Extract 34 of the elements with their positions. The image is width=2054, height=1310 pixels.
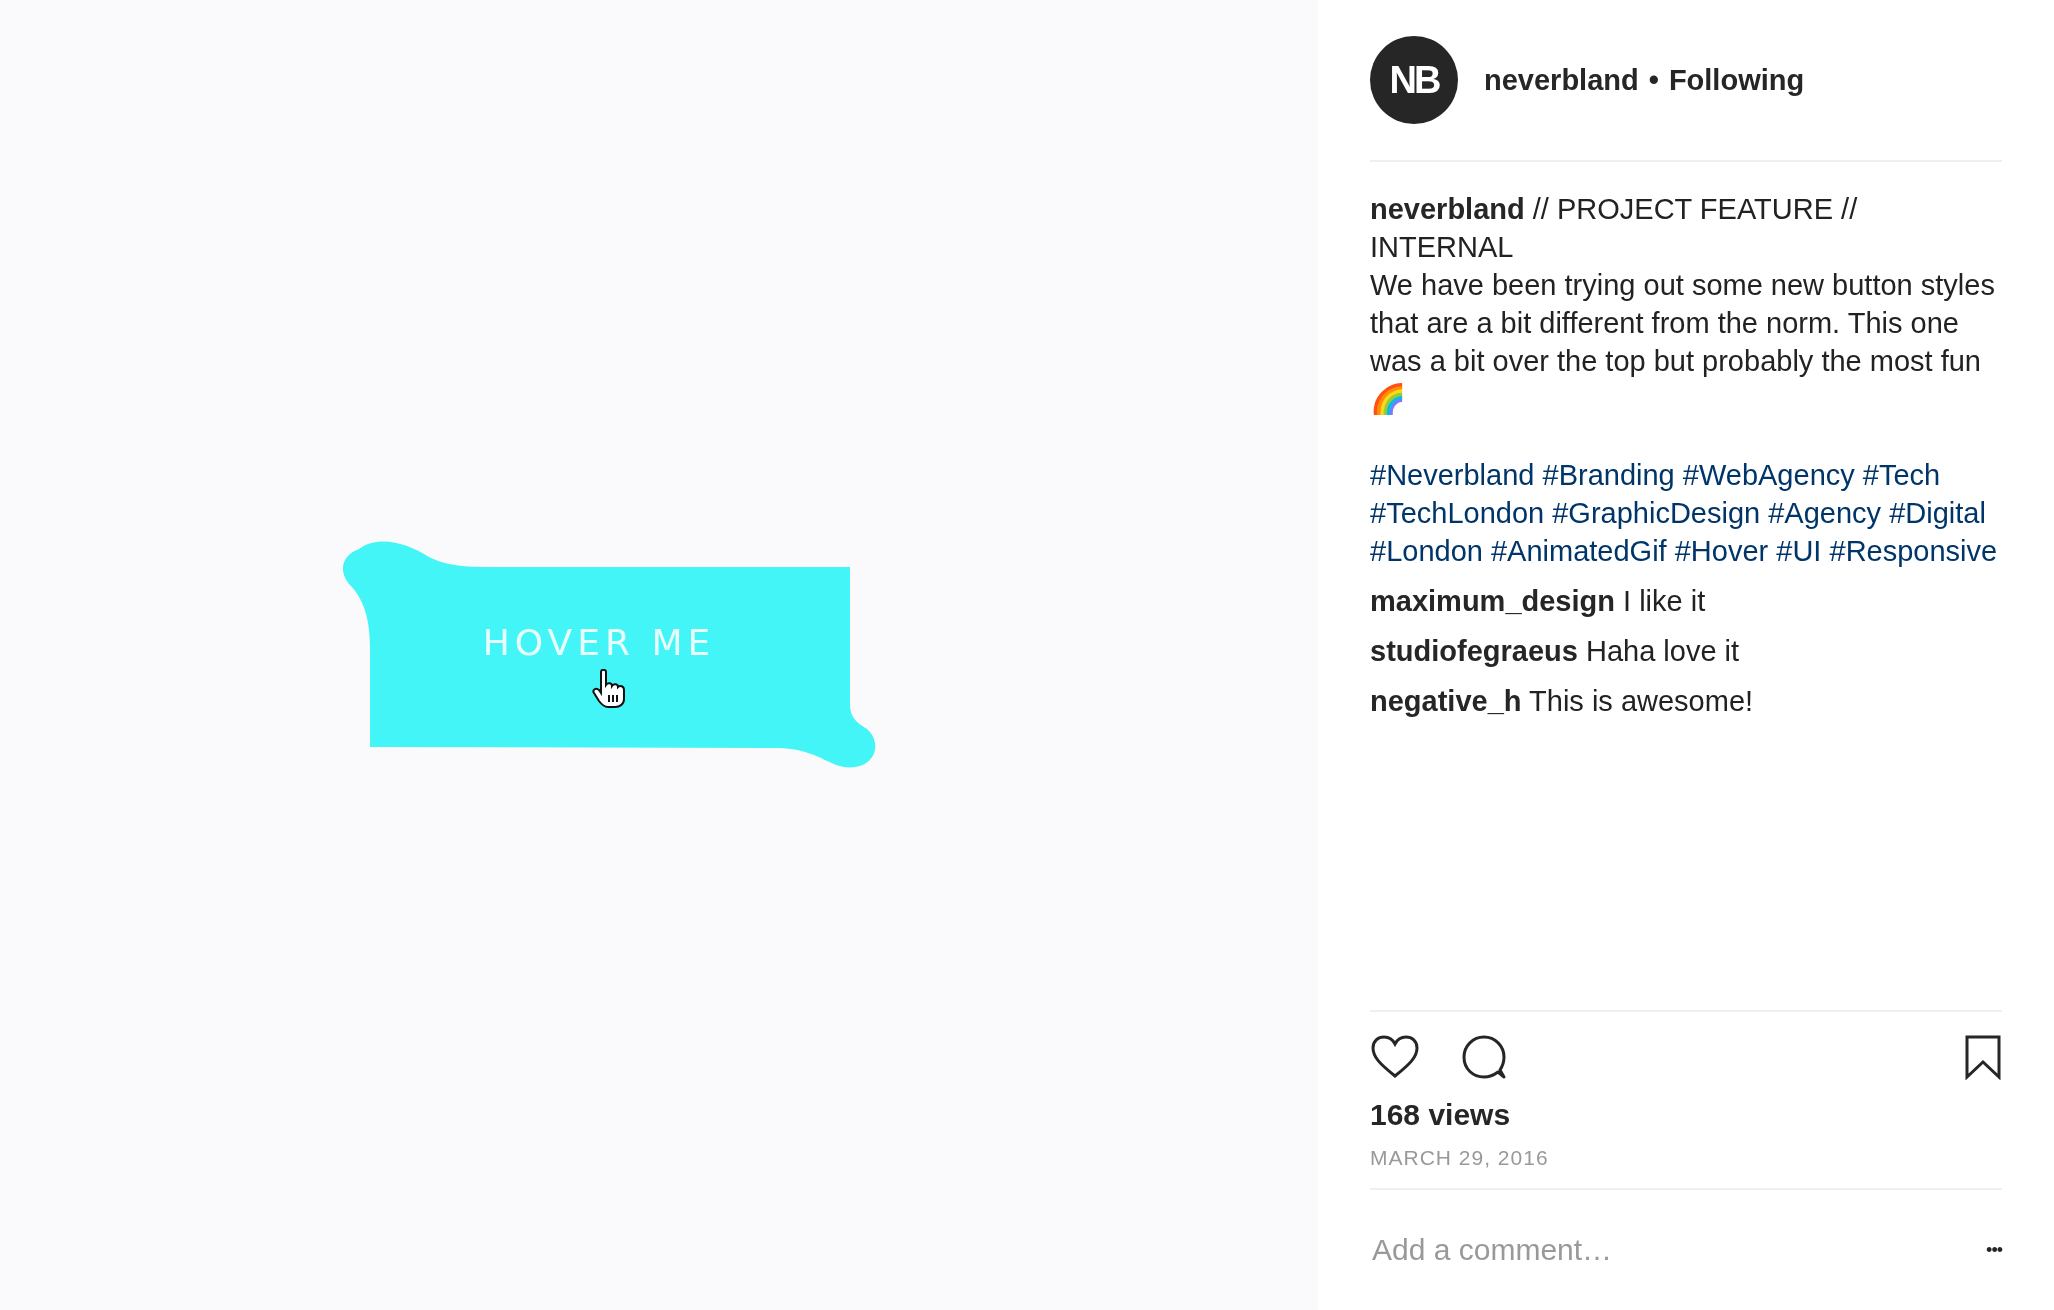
button-label: HOVER ME [482, 621, 716, 663]
hand-cursor-icon [592, 668, 626, 709]
hashtag-link[interactable]: #Agency [1768, 497, 1882, 529]
hashtag-link[interactable]: #Responsive [1829, 535, 1998, 567]
following-link[interactable]: Following [1668, 63, 1805, 97]
username-link[interactable]: neverbland [1370, 193, 1525, 225]
hashtag-link[interactable]: #TechLondon [1370, 497, 1545, 529]
comment-text: maximum_design I like it [1370, 584, 1707, 619]
bookmark-icon[interactable] [1964, 1034, 2002, 1080]
heart-icon[interactable] [1370, 1034, 1420, 1080]
username-link[interactable]: studiofegraeus [1370, 635, 1578, 667]
hashtag-link[interactable]: #Neverbland [1370, 459, 1535, 491]
more-options-button[interactable]: ••• [1986, 1239, 2002, 1261]
username-link[interactable]: neverbland [1484, 63, 1639, 97]
comment-text: studiofegraeus Haha love it [1370, 634, 1741, 669]
comment-text: negative_h This is awesome! [1370, 684, 1755, 719]
avatar[interactable]: NB [1370, 36, 1458, 124]
hashtag-link[interactable]: #Tech [1862, 459, 1941, 491]
hashtag-link[interactable]: #WebAgency [1682, 459, 1855, 491]
view-count: 168 views [1370, 1098, 1512, 1132]
username-link[interactable]: negative_h [1370, 685, 1522, 717]
caption-text: neverbland // PROJECT FEATURE // INTERNAL We have been trying out some new button styles that are a bit different from the norm. This one was a bit over the top but probably the most fun 🌈 [1370, 192, 1996, 417]
hashtag-link[interactable]: #Branding [1542, 459, 1675, 491]
speech-bubble-icon[interactable] [1460, 1034, 1508, 1080]
hashtag-link[interactable]: #Digital [1889, 497, 1986, 529]
hashtag-link[interactable]: #UI [1776, 535, 1822, 567]
post-date: MARCH 29, 2016 [1370, 1146, 1550, 1170]
separator-dot: • [1648, 63, 1659, 97]
hashtag-link[interactable]: #AnimatedGif [1490, 535, 1667, 567]
hashtag-link[interactable]: #London [1370, 535, 1483, 567]
hashtag-link[interactable]: #GraphicDesign [1552, 497, 1761, 529]
comment-input[interactable]: Add a comment… [1370, 1232, 1987, 1268]
hashtag-link[interactable]: #Hover [1674, 535, 1769, 567]
username-link[interactable]: maximum_design [1370, 585, 1615, 617]
